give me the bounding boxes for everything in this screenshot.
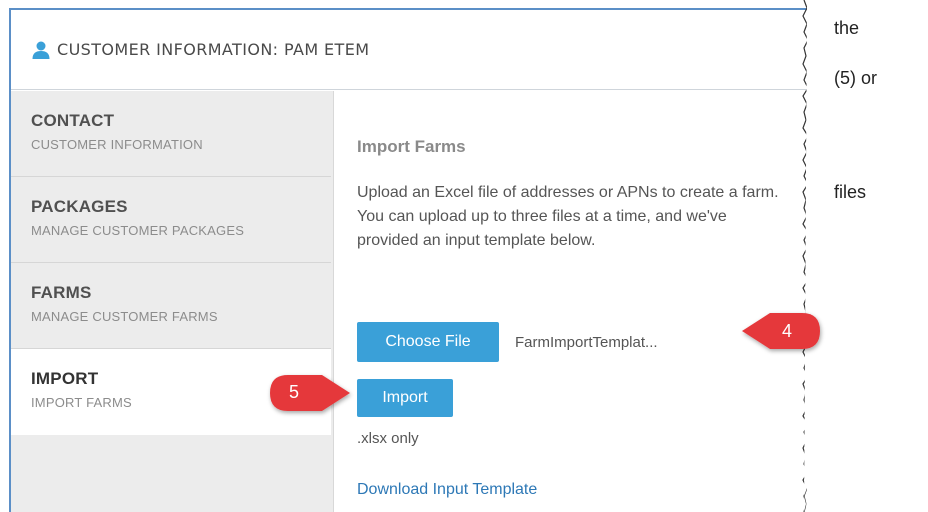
sidebar-item-packages[interactable]: PACKAGES MANAGE CUSTOMER PACKAGES: [11, 177, 331, 263]
callout-5-number: 5: [289, 382, 300, 402]
sidebar-item-contact[interactable]: CONTACT CUSTOMER INFORMATION: [11, 91, 331, 177]
callout-5: [270, 375, 350, 411]
callout-4-number: 4: [782, 321, 793, 341]
sidebar-item-farms[interactable]: FARMS MANAGE CUSTOMER FARMS: [11, 263, 331, 349]
choose-file-button[interactable]: Choose File: [357, 322, 499, 362]
file-type-hint: .xlsx only: [357, 430, 419, 447]
section-title: Import Farms: [357, 137, 466, 156]
side-text-line2: (5) or: [834, 68, 878, 88]
import-description: Upload an Excel file of addresses or APN…: [357, 184, 779, 249]
sidebar: CONTACT CUSTOMER INFORMATION PACKAGES MA…: [11, 91, 334, 512]
sidebar-item-title: FARMS: [31, 283, 92, 302]
user-icon: [32, 41, 50, 59]
panel-header: CUSTOMER INFORMATION: PAM ETEM: [11, 10, 807, 90]
sidebar-item-subtitle: MANAGE CUSTOMER FARMS: [31, 309, 218, 324]
sidebar-item-title: CONTACT: [31, 111, 115, 130]
sidebar-item-subtitle: CUSTOMER INFORMATION: [31, 137, 203, 152]
torn-edge: [802, 0, 812, 512]
side-text-line1: the: [834, 18, 860, 38]
download-template-link[interactable]: Download Input Template: [357, 481, 537, 499]
selected-file-name: FarmImportTemplat...: [515, 334, 658, 351]
page-title: CUSTOMER INFORMATION: PAM ETEM: [57, 40, 370, 59]
customer-panel: CUSTOMER INFORMATION: PAM ETEM CONTACT C…: [9, 8, 807, 512]
screenshot-region: CUSTOMER INFORMATION: PAM ETEM CONTACT C…: [0, 0, 812, 512]
sidebar-item-title: PACKAGES: [31, 197, 128, 216]
import-button[interactable]: Import: [357, 379, 453, 417]
sidebar-item-subtitle: MANAGE CUSTOMER PACKAGES: [31, 223, 245, 238]
side-text-line3: files: [834, 182, 867, 202]
